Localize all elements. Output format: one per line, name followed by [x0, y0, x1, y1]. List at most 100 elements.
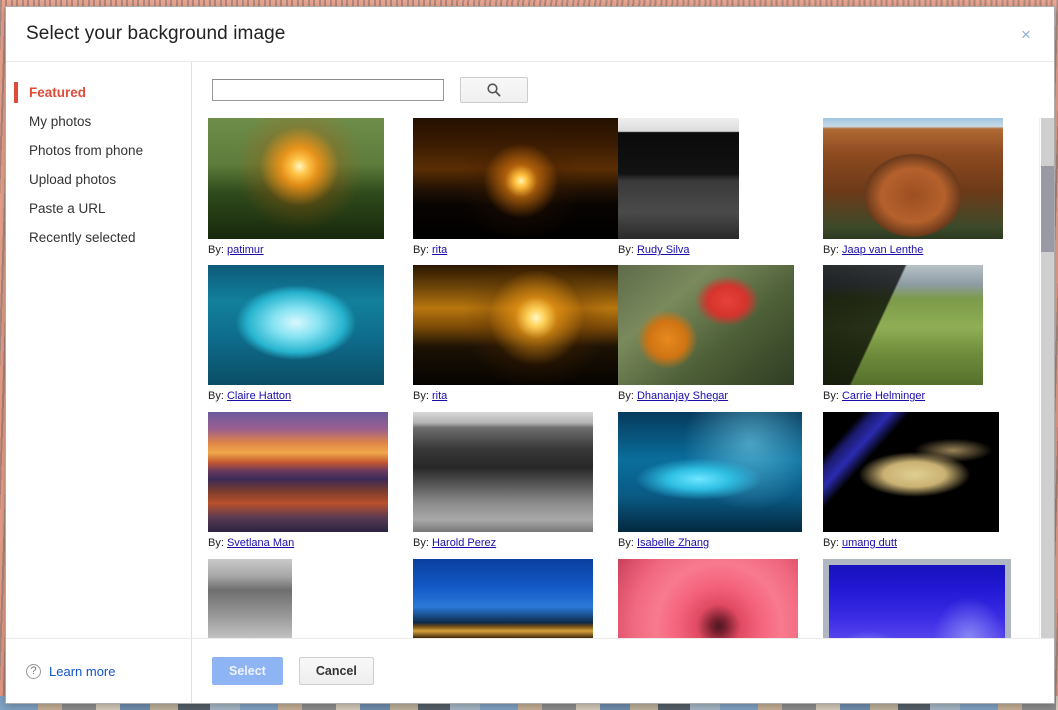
author-link[interactable]: Carrie Helminger — [842, 390, 925, 402]
thumbnail-image-judo-bw — [618, 118, 739, 239]
gallery-item: By: Svetlana Man — [200, 412, 405, 549]
sidebar-item-recently-selected[interactable]: Recently selected — [6, 223, 191, 252]
gallery-item — [405, 559, 610, 638]
thumbnail[interactable] — [823, 265, 983, 385]
thumbnail[interactable] — [618, 265, 794, 385]
thumbnail[interactable] — [413, 265, 629, 385]
thumbnail-image-butterfly — [618, 265, 794, 385]
gallery-row — [200, 559, 1037, 638]
thumbnail-image-blue-frost-trees — [824, 560, 1010, 638]
author-link[interactable]: umang dutt — [842, 537, 897, 549]
thumbnail-image-yellow-umbrella — [208, 559, 292, 638]
scrollbar-thumb[interactable] — [1041, 166, 1054, 252]
gallery-item: By: Carrie Helminger — [815, 265, 1020, 402]
thumbnail-image-golden-sunset — [413, 265, 629, 385]
search-input[interactable] — [212, 79, 444, 101]
sidebar-item-label: Paste a URL — [29, 201, 106, 216]
attribution: By: Jaap van Lenthe — [823, 244, 1020, 256]
attribution-prefix: By: — [208, 390, 224, 402]
gallery-scroll-area: By: patimurBy: ritaBy: Rudy SilvaBy: Jaa… — [192, 118, 1054, 638]
thumbnail-image-sunset-meadow — [208, 118, 384, 239]
thumbnail[interactable] — [208, 118, 384, 239]
sidebar-item-featured[interactable]: Featured — [6, 78, 191, 107]
gallery-item: By: umang dutt — [815, 412, 1020, 549]
image-grid: By: patimurBy: ritaBy: Rudy SilvaBy: Jaa… — [200, 118, 1037, 638]
attribution-prefix: By: — [823, 537, 839, 549]
footer-actions: Select Cancel — [192, 657, 1054, 685]
search-icon — [486, 82, 502, 98]
attribution: By: umang dutt — [823, 537, 1020, 549]
thumbnail-image-whale-blue — [618, 412, 802, 532]
author-link[interactable]: patimur — [227, 244, 264, 256]
learn-more-link[interactable]: Learn more — [49, 664, 115, 679]
author-link[interactable]: Dhananjay Shegar — [637, 390, 728, 402]
thumbnail[interactable] — [208, 265, 384, 385]
author-link[interactable]: Jaap van Lenthe — [842, 244, 923, 256]
thumbnail[interactable] — [823, 412, 999, 532]
sidebar-item-upload-photos[interactable]: Upload photos — [6, 165, 191, 194]
sidebar-item-paste-a-url[interactable]: Paste a URL — [6, 194, 191, 223]
gallery-scrollbar[interactable] — [1039, 118, 1054, 638]
thumbnail-image-pink-dahlia — [618, 559, 798, 638]
attribution-prefix: By: — [208, 537, 224, 549]
author-link[interactable]: Harold Perez — [432, 537, 496, 549]
attribution-prefix: By: — [618, 537, 634, 549]
cancel-button[interactable]: Cancel — [299, 657, 374, 685]
search-row — [192, 62, 1054, 118]
attribution: By: Isabelle Zhang — [618, 537, 815, 549]
thumbnail[interactable] — [413, 118, 629, 239]
sidebar-item-my-photos[interactable]: My photos — [6, 107, 191, 136]
thumbnail[interactable] — [413, 412, 593, 532]
thumbnail-selected[interactable] — [823, 559, 1011, 638]
gallery-item — [815, 559, 1020, 638]
gallery-item: By: rita — [405, 265, 610, 402]
dialog-footer: ? Learn more Select Cancel — [6, 639, 1054, 703]
attribution-prefix: By: — [413, 390, 429, 402]
thumbnail[interactable] — [618, 412, 802, 532]
gallery-item — [610, 559, 815, 638]
thumbnail[interactable] — [618, 118, 739, 239]
thumbnail[interactable] — [413, 559, 593, 638]
sidebar-item-photos-from-phone[interactable]: Photos from phone — [6, 136, 191, 165]
author-link[interactable]: Svetlana Man — [227, 537, 294, 549]
author-link[interactable]: rita — [432, 244, 447, 256]
close-icon[interactable]: × — [1016, 25, 1036, 45]
attribution: By: Harold Perez — [413, 537, 610, 549]
thumbnail-image-horseshoe-bend — [823, 118, 1003, 239]
sidebar-item-label: Featured — [29, 85, 86, 100]
author-link[interactable]: Isabelle Zhang — [637, 537, 709, 549]
thumbnail-image-machu-picchu — [823, 265, 983, 385]
attribution-prefix: By: — [413, 244, 429, 256]
select-button[interactable]: Select — [212, 657, 283, 685]
attribution: By: patimur — [208, 244, 405, 256]
thumbnail-image-baikal-sunset — [208, 412, 388, 532]
author-link[interactable]: Rudy Silva — [637, 244, 690, 256]
search-button[interactable] — [460, 77, 528, 103]
thumbnail-image-peacock-feather — [823, 412, 999, 532]
sidebar-item-label: My photos — [29, 114, 91, 129]
attribution-prefix: By: — [413, 537, 429, 549]
sidebar-item-label: Photos from phone — [29, 143, 143, 158]
thumbnail[interactable] — [208, 559, 292, 638]
question-mark-icon[interactable]: ? — [26, 664, 41, 679]
author-link[interactable]: Claire Hatton — [227, 390, 291, 402]
gallery-row: By: patimurBy: ritaBy: Rudy SilvaBy: Jaa… — [200, 118, 1037, 265]
author-link[interactable]: rita — [432, 390, 447, 402]
attribution: By: rita — [413, 244, 610, 256]
sidebar-item-label: Upload photos — [29, 172, 116, 187]
attribution: By: Svetlana Man — [208, 537, 405, 549]
attribution-prefix: By: — [208, 244, 224, 256]
attribution: By: Carrie Helminger — [823, 390, 1020, 402]
footer-left: ? Learn more — [6, 639, 192, 703]
gallery-item: By: Dhananjay Shegar — [610, 265, 815, 402]
page-title: Select your background image — [26, 23, 285, 45]
thumbnail-image-lyon-night — [413, 559, 593, 638]
attribution-prefix: By: — [823, 244, 839, 256]
thumbnail[interactable] — [618, 559, 798, 638]
thumbnail[interactable] — [208, 412, 388, 532]
dialog-header: Select your background image × — [6, 7, 1054, 62]
gallery-item: By: Isabelle Zhang — [610, 412, 815, 549]
attribution: By: Rudy Silva — [618, 244, 815, 256]
gallery-item: By: patimur — [200, 118, 405, 256]
thumbnail[interactable] — [823, 118, 1003, 239]
